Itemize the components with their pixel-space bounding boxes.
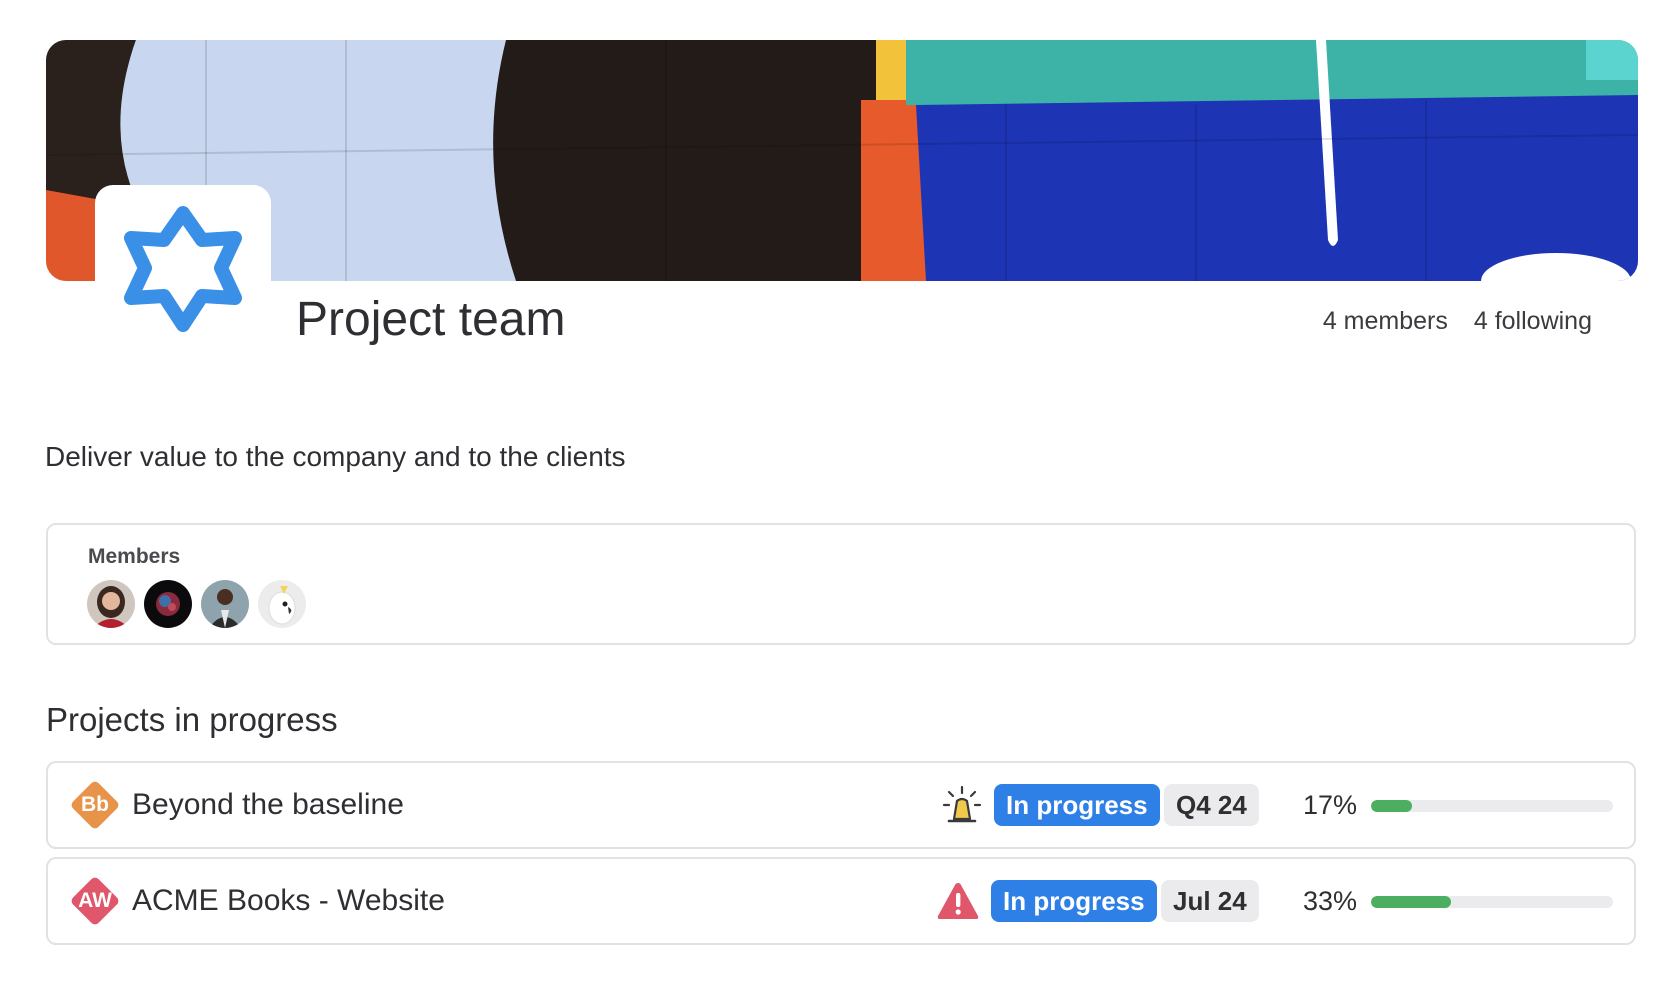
team-logo: [95, 185, 271, 361]
due-date-badge[interactable]: Q4 24: [1164, 784, 1259, 826]
team-stats: 4 members 4 following: [1323, 306, 1592, 336]
members-card: Members: [46, 523, 1636, 645]
avatar-man-patterned-shirt[interactable]: [201, 580, 249, 628]
star-of-david-outline-icon: [124, 206, 242, 332]
status-badge[interactable]: In progress: [994, 784, 1160, 826]
following-count-link[interactable]: 4 following: [1474, 306, 1592, 336]
progress-bar: [1371, 896, 1613, 908]
project-initials-badge: AW: [68, 874, 122, 928]
team-page: Project team 4 members 4 following Deliv…: [0, 0, 1672, 986]
members-title: Members: [88, 545, 181, 568]
project-name[interactable]: ACME Books - Website: [132, 883, 445, 919]
progress-bar: [1371, 800, 1613, 812]
team-title: Project team: [296, 293, 566, 346]
progress-percent: 33%: [1303, 886, 1358, 916]
avatar-cockatoo[interactable]: [258, 580, 306, 628]
project-row[interactable]: Bb Beyond the baseline In progress Q4 24…: [46, 761, 1636, 849]
progress-percent: 17%: [1303, 790, 1358, 820]
progress-bar-fill: [1371, 896, 1451, 908]
project-initials-badge: Bb: [68, 778, 122, 832]
project-name[interactable]: Beyond the baseline: [132, 787, 404, 823]
avatar-woman-red-sweater[interactable]: [87, 580, 135, 628]
project-row[interactable]: AW ACME Books - Website In progress Jul …: [46, 857, 1636, 945]
projects-section-title: Projects in progress: [46, 701, 338, 738]
avatar-abstract-dark[interactable]: [144, 580, 192, 628]
members-count-link[interactable]: 4 members: [1323, 306, 1448, 336]
member-avatar-list: [87, 580, 306, 628]
status-badge[interactable]: In progress: [991, 880, 1157, 922]
siren-alert-icon: [942, 785, 982, 823]
team-banner-image: [46, 40, 1638, 281]
warning-triangle-icon: [937, 883, 979, 919]
progress-bar-fill: [1371, 800, 1413, 812]
team-description: Deliver value to the company and to the …: [45, 441, 626, 472]
due-date-badge[interactable]: Jul 24: [1161, 880, 1259, 922]
